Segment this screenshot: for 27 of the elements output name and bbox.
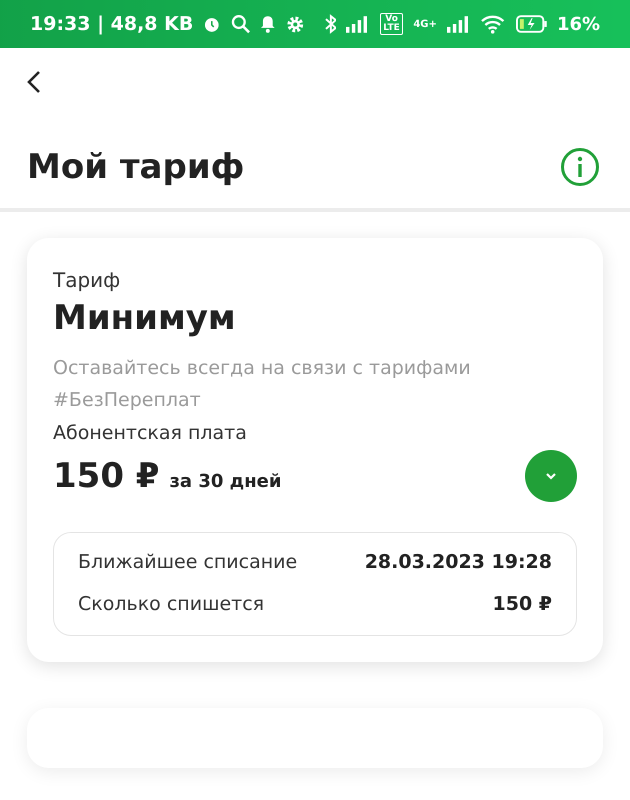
chevron-down-icon xyxy=(544,471,558,481)
signal-icon xyxy=(446,15,470,33)
volte-badge: Vo LTE xyxy=(380,13,404,35)
network-type: 4G+ xyxy=(413,18,437,30)
info-icon[interactable] xyxy=(560,147,600,187)
bell-icon xyxy=(260,15,276,33)
detail-value: 150 ₽ xyxy=(492,593,552,615)
page-title: Мой тариф xyxy=(27,147,244,187)
tariff-label: Тариф xyxy=(53,268,122,292)
status-time: 19:33 | 48,8 KB xyxy=(30,13,194,35)
battery-percent: 16% xyxy=(556,14,600,34)
price-period: за 30 дней xyxy=(169,471,282,492)
detail-label: Сколько спишется xyxy=(78,593,264,615)
detail-label: Ближайшее списание xyxy=(78,551,298,573)
battery-icon xyxy=(516,15,547,33)
tariff-name: Минимум xyxy=(53,298,237,338)
tariff-description: Оставайтесь всегда на связи с тарифами #БезПереплат xyxy=(53,356,472,413)
alarm-icon xyxy=(203,15,221,33)
wifi-icon xyxy=(480,14,506,34)
bluetooth-icon xyxy=(324,14,336,34)
detail-value: 28.03.2023 19:28 xyxy=(364,551,552,573)
signal-icon xyxy=(346,15,370,33)
fee-label: Абонентская плата xyxy=(53,422,248,444)
gear-icon xyxy=(286,14,305,34)
expand-button[interactable] xyxy=(525,450,577,502)
price: 150 ₽ xyxy=(53,456,160,496)
search-icon xyxy=(230,14,250,34)
